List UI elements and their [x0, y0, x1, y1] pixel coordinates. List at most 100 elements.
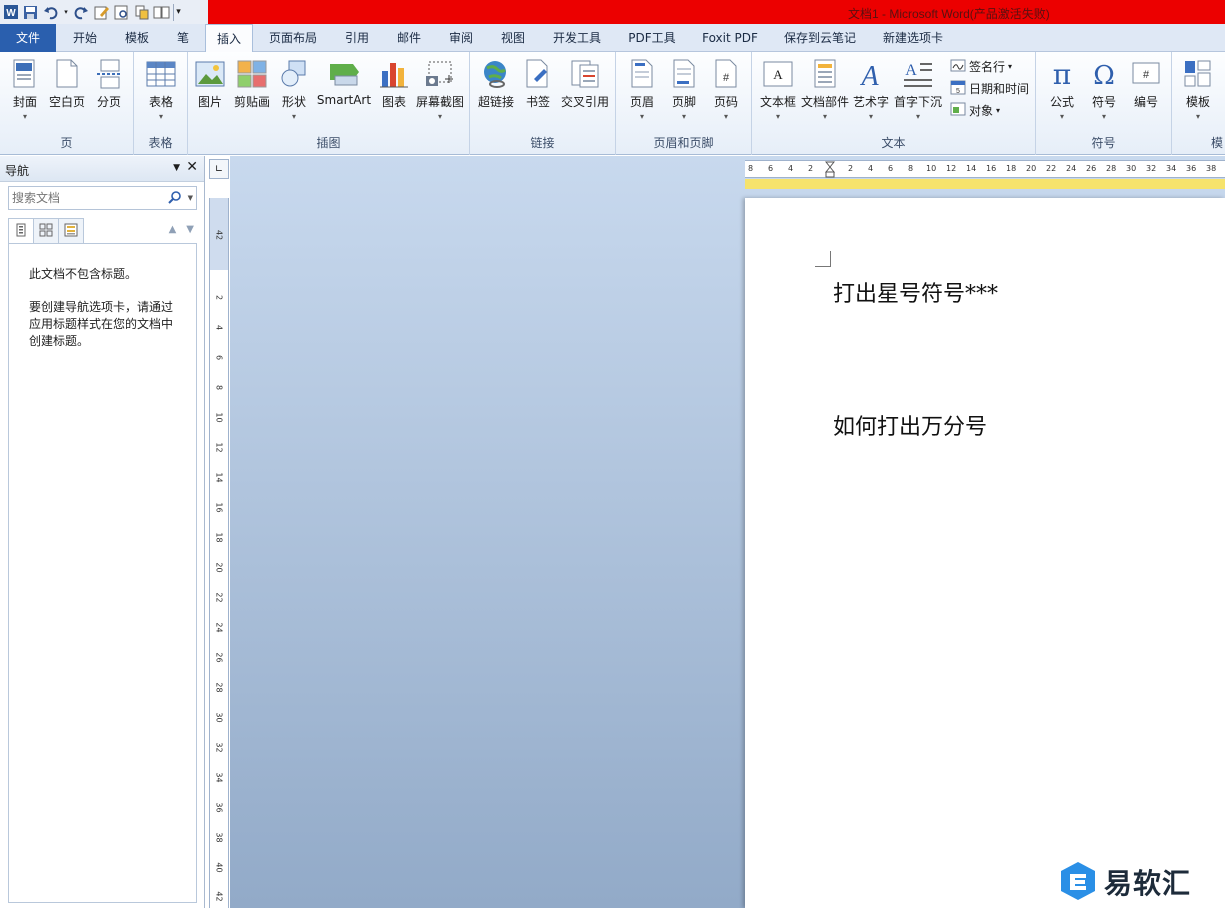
chart-button[interactable]: 图表: [376, 56, 412, 110]
reading-view-icon[interactable]: [153, 4, 170, 21]
nav-tab-results[interactable]: [58, 218, 84, 244]
signature-line-button[interactable]: 签名行 ▾: [950, 56, 1012, 76]
tab-new-tab[interactable]: 新建选项卡: [870, 24, 956, 52]
tab-foxit-pdf[interactable]: Foxit PDF: [690, 24, 770, 52]
ruler-tick: 34: [214, 772, 224, 783]
group-symbols: π 公式 ▾ Ω 符号 ▾ # 编号 符号: [1036, 52, 1172, 155]
shapes-button[interactable]: 形状 ▾: [276, 56, 312, 121]
word-app-icon[interactable]: W: [2, 4, 19, 21]
search-icon[interactable]: [168, 190, 182, 207]
quick-parts-button[interactable]: 文档部件 ▾: [800, 56, 850, 121]
ruler-tick: 14: [214, 472, 224, 483]
cover-page-button[interactable]: 封面 ▾: [6, 56, 44, 121]
group-label-illustrations: 插图: [316, 136, 341, 150]
tab-insert[interactable]: 插入: [205, 24, 253, 53]
tab-pdf-tools[interactable]: PDF工具: [616, 24, 688, 52]
globe-link-icon: [481, 58, 511, 90]
template-button[interactable]: 模板 ▾: [1176, 56, 1220, 121]
numbering-button[interactable]: # 编号: [1126, 56, 1166, 110]
tab-stop-selector[interactable]: ∟: [209, 159, 229, 179]
title-bar: W ▾ ▾ 文档1 - Microsoft Word(产品激活失败): [0, 0, 1225, 24]
horizontal-ruler[interactable]: 8 6 4 2 2 4 6 8 10 12 14 16 18 20 22 24 …: [745, 160, 1225, 178]
indent-marker-icon[interactable]: [824, 161, 836, 181]
tab-pen[interactable]: 笔: [164, 24, 202, 52]
group-label-text: 文本: [881, 136, 906, 150]
page-break-button[interactable]: 分页: [90, 56, 128, 110]
nav-close-icon[interactable]: ✕: [186, 159, 198, 175]
save-icon[interactable]: [22, 4, 39, 21]
tab-file[interactable]: 文件: [0, 24, 56, 52]
tab-home[interactable]: 开始: [60, 24, 110, 52]
customize-qat-icon[interactable]: ▾: [173, 3, 183, 21]
ruler-tick: 24: [1066, 164, 1077, 173]
footer-button[interactable]: 页脚 ▾: [664, 56, 704, 121]
page-number-button[interactable]: # 页码 ▾: [706, 56, 746, 121]
next-heading-icon[interactable]: ▼: [186, 224, 194, 235]
object-button[interactable]: 对象 ▾: [950, 100, 1000, 120]
signature-icon: [950, 57, 966, 76]
navigation-pane: 导航 ▼ ✕ ▼ ▲ ▼ 此文档不包含标题。 要创建导航选项卡，请通过应用标题样…: [0, 156, 205, 908]
dropdown-arrow-icon: ▾: [775, 112, 780, 121]
group-label-template: 模: [1210, 136, 1223, 150]
tab-review[interactable]: 审阅: [436, 24, 486, 52]
group-tables: 表格 ▾ 表格: [134, 52, 188, 155]
tab-view[interactable]: 视图: [488, 24, 538, 52]
header-button[interactable]: 页眉 ▾: [622, 56, 662, 121]
vertical-ruler[interactable]: 4 2 2 4 6 8 10 12 14 16 18 20 22 24 26 2…: [209, 198, 229, 908]
wordart-button[interactable]: A 艺术字 ▾: [852, 56, 890, 121]
ruler-highlight: [745, 179, 1225, 189]
search-dropdown-icon[interactable]: ▼: [188, 194, 193, 202]
clipart-button[interactable]: 剪贴画: [230, 56, 274, 110]
tab-mailings[interactable]: 邮件: [384, 24, 434, 52]
cross-reference-button[interactable]: 交叉引用: [558, 56, 612, 110]
nav-search-input[interactable]: [9, 187, 159, 209]
symbol-button[interactable]: Ω 符号 ▾: [1084, 56, 1124, 121]
tab-developer[interactable]: 开发工具: [540, 24, 614, 52]
date-time-button[interactable]: 5 日期和时间: [950, 78, 1029, 98]
textbox-icon: A: [763, 58, 793, 90]
nav-options-icon[interactable]: ▼: [173, 163, 180, 173]
svg-text:5: 5: [956, 88, 960, 95]
template-icon: [1183, 58, 1213, 90]
svg-text:W: W: [6, 8, 16, 19]
screenshot-button[interactable]: 屏幕截图 ▾: [414, 56, 466, 121]
print-preview-icon[interactable]: [113, 4, 130, 21]
picture-button[interactable]: 图片: [192, 56, 228, 110]
blank-page-button[interactable]: 空白页: [46, 56, 88, 110]
svg-text:A: A: [773, 67, 783, 82]
tab-template[interactable]: 模板: [112, 24, 162, 52]
watermark-text: 易软汇: [1104, 867, 1192, 900]
nav-header: 导航 ▼ ✕: [0, 156, 204, 182]
nav-tab-pages[interactable]: [33, 218, 59, 244]
group-links: 超链接 书签 交叉引用 链接: [470, 52, 616, 155]
tab-references[interactable]: 引用: [332, 24, 382, 52]
ruler-tick: 26: [214, 652, 224, 663]
undo-dropdown-icon[interactable]: ▾: [62, 4, 70, 21]
document-paragraph[interactable]: 如何打出万分号: [833, 409, 987, 441]
edit-icon[interactable]: [93, 4, 110, 21]
equation-button[interactable]: π 公式 ▾: [1042, 56, 1082, 121]
bookmark-button[interactable]: 书签: [520, 56, 556, 110]
document-icon[interactable]: [133, 4, 150, 21]
document-page[interactable]: 打出星号符号*** 如何打出万分号: [745, 198, 1225, 908]
hyperlink-button[interactable]: 超链接: [474, 56, 518, 110]
nav-tab-headings[interactable]: [8, 218, 34, 244]
smartart-button[interactable]: SmartArt: [314, 56, 374, 107]
ruler-tick: 22: [1046, 164, 1057, 173]
screenshot-icon: [425, 58, 455, 90]
undo-icon[interactable]: [42, 4, 59, 21]
drop-cap-button[interactable]: A 首字下沉 ▾: [892, 56, 944, 121]
ruler-tick: 8: [214, 384, 224, 391]
svg-text:A: A: [905, 62, 917, 79]
previous-heading-icon[interactable]: ▲: [169, 224, 177, 235]
redo-icon[interactable]: [73, 4, 90, 21]
table-button[interactable]: 表格 ▾: [140, 56, 182, 121]
textbox-button[interactable]: A 文本框 ▾: [756, 56, 800, 121]
document-paragraph[interactable]: 打出星号符号***: [833, 276, 998, 308]
tab-page-layout[interactable]: 页面布局: [256, 24, 330, 52]
group-template: 模板 ▾ 模: [1172, 52, 1225, 155]
dropdown-arrow-icon: ▾: [639, 112, 644, 121]
margin-corner-mark: [815, 251, 831, 267]
page-break-icon: [94, 58, 124, 90]
tab-save-cloud-notes[interactable]: 保存到云笔记: [772, 24, 868, 52]
